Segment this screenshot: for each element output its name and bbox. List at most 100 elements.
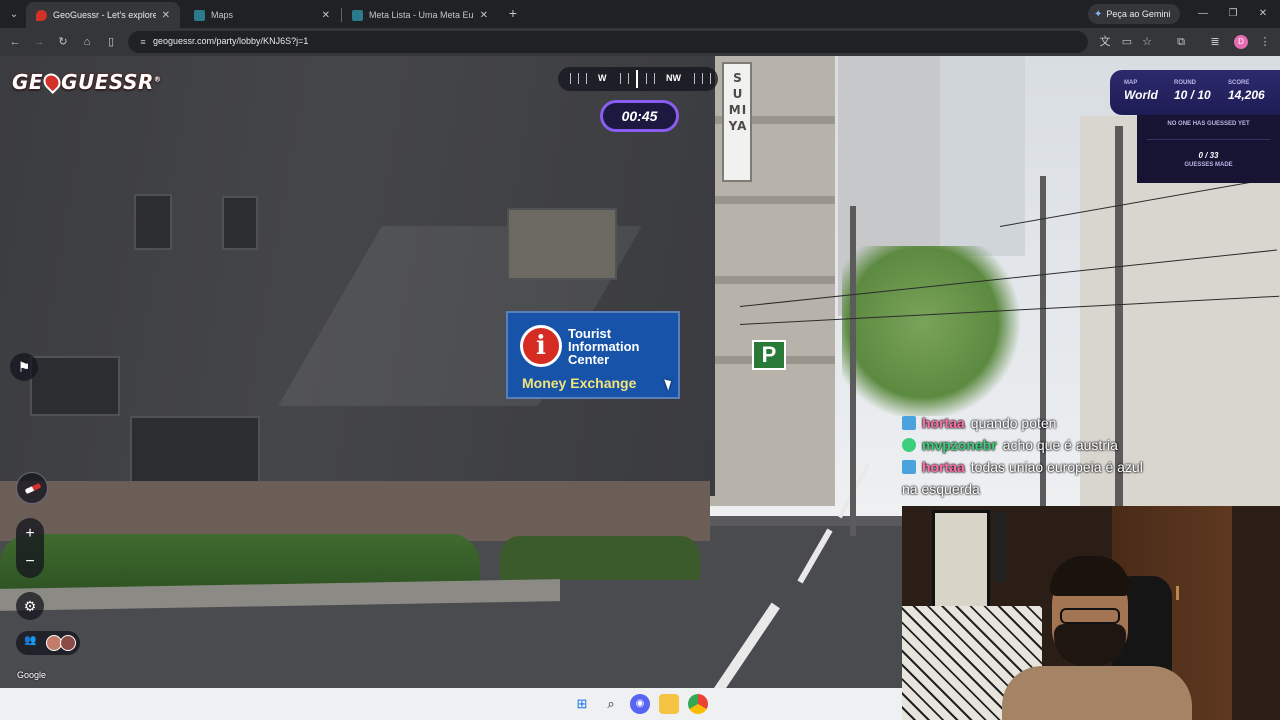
- wall-frame: [994, 512, 1006, 582]
- zoom-out-icon[interactable]: −: [16, 548, 44, 576]
- money-exchange-text: Money Exchange: [522, 375, 637, 391]
- streamer-glasses: [1060, 608, 1120, 624]
- round-value: 10 / 10: [1174, 88, 1211, 102]
- zoom-controls: + −: [16, 518, 44, 578]
- utility-pole: [850, 206, 856, 536]
- report-location-icon[interactable]: ⚑: [10, 353, 38, 381]
- verified-badge-icon: [902, 438, 916, 452]
- settings-gear-icon[interactable]: ⚙: [16, 592, 44, 620]
- reload-icon[interactable]: ↻: [54, 33, 72, 51]
- stream-chat: hortaa quando poten mvpzonebr acho que é a…: [902, 412, 1162, 500]
- profile-avatar[interactable]: D: [1234, 35, 1248, 49]
- close-icon[interactable]: ✕: [480, 10, 488, 21]
- geoguessr-logo[interactable]: GE GUESSR®: [12, 69, 161, 95]
- menu-kebab-icon[interactable]: ⋮: [1256, 33, 1274, 51]
- chat-message: hortaa quando poten: [902, 412, 1162, 434]
- extensions-icon[interactable]: ⧉: [1172, 33, 1190, 51]
- map-value: World: [1124, 88, 1158, 102]
- sumiya-sign: SUMIYA: [722, 62, 752, 182]
- hedge: [500, 536, 700, 580]
- home-icon[interactable]: ⌂: [78, 33, 96, 51]
- webcam-overlay: [902, 506, 1280, 720]
- wall-poster: [932, 510, 990, 614]
- players-icon: 👥: [24, 635, 37, 646]
- forward-icon[interactable]: →: [30, 33, 48, 51]
- compass-west-label: W: [598, 73, 607, 83]
- tab-meta-lista[interactable]: Meta Lista - Uma Meta Europa ✕: [342, 2, 498, 28]
- tourist-info-text: Tourist Information Center: [568, 326, 640, 367]
- subscriber-badge-icon: [902, 460, 916, 474]
- media-icon[interactable]: ≣: [1206, 33, 1224, 51]
- round-timer: 00:45: [600, 100, 679, 132]
- side-panel-icon[interactable]: ▯: [102, 33, 120, 51]
- zoom-in-icon[interactable]: +: [16, 520, 44, 548]
- back-icon[interactable]: ←: [6, 33, 24, 51]
- game-status-panel: MAP World ROUND 10 / 10 SCORE 14,206: [1110, 70, 1280, 115]
- tourist-information-sign: i Tourist Information Center Money Excha…: [506, 311, 680, 399]
- chat-message: mvpzonebr acho que é austria: [902, 434, 1162, 456]
- chrome-icon[interactable]: [688, 694, 708, 714]
- close-icon[interactable]: ✕: [322, 10, 330, 21]
- google-attribution: Google: [17, 670, 47, 680]
- restore-icon[interactable]: ❐: [1222, 4, 1244, 24]
- window-close-icon[interactable]: ✕: [1252, 4, 1274, 24]
- subscriber-badge-icon: [902, 416, 916, 430]
- tab-title: Maps: [211, 10, 234, 20]
- party-players-button[interactable]: 👥: [16, 631, 80, 655]
- score-value: 14,206: [1228, 88, 1265, 102]
- background-tower: [940, 56, 1025, 256]
- site-info-icon[interactable]: ≡: [136, 35, 150, 49]
- url-text: geoguessr.com/party/lobby/KNJ6S?j=1: [153, 36, 309, 46]
- tab-title: GeoGuessr - Let's explore the w: [53, 10, 156, 20]
- gemini-button[interactable]: ✦ Peça ao Gemini: [1088, 4, 1181, 24]
- chat-username: mvpzonebr: [922, 437, 997, 453]
- maps-favicon-icon: [194, 9, 205, 21]
- chat-text: quando poten: [970, 415, 1057, 431]
- chat-username: hortaa: [922, 415, 965, 431]
- compass-rose-icon[interactable]: [16, 472, 48, 504]
- map-pin-icon: [40, 69, 65, 95]
- tab-title: Meta Lista - Uma Meta Europa: [369, 10, 474, 20]
- chat-username: hortaa: [922, 459, 965, 475]
- tab-geoguessr[interactable]: GeoGuessr - Let's explore the w ✕: [26, 2, 180, 28]
- map-label: MAP: [1124, 80, 1138, 86]
- close-icon[interactable]: ✕: [162, 10, 170, 21]
- windows-taskbar: ⊞ ⌕ ◉: [0, 688, 902, 720]
- info-icon: i: [520, 325, 562, 367]
- score-label: SCORE: [1228, 80, 1250, 86]
- file-explorer-icon[interactable]: [659, 694, 679, 714]
- no-guess-text: NO ONE HAS GUESSED YET: [1167, 121, 1250, 127]
- tab-search-icon[interactable]: ⌄: [4, 4, 24, 24]
- meta-favicon-icon: [352, 9, 363, 21]
- guesses-caption: GUESSES MADE: [1184, 162, 1233, 168]
- translate-icon[interactable]: 文: [1096, 33, 1114, 51]
- bookmark-star-icon[interactable]: ☆: [1138, 33, 1156, 51]
- street-tree: [842, 246, 1022, 416]
- discord-icon[interactable]: ◉: [630, 694, 650, 714]
- sumiya-text: SUMIYA: [728, 71, 748, 133]
- round-label: ROUND: [1174, 80, 1196, 86]
- tab-strip: ⌄ GeoGuessr - Let's explore the w ✕ Maps…: [0, 0, 1280, 28]
- divider: [1147, 139, 1270, 140]
- search-icon[interactable]: ⌕: [601, 694, 621, 714]
- compass-bar: W NW: [558, 67, 718, 91]
- new-tab-icon[interactable]: +: [504, 4, 522, 22]
- gemini-label: Peça ao Gemini: [1106, 9, 1171, 19]
- cast-icon[interactable]: ▭: [1118, 33, 1136, 51]
- windows-start-icon[interactable]: ⊞: [572, 694, 592, 714]
- compass-northwest-label: NW: [666, 73, 681, 83]
- guesses-count: 0 / 33: [1198, 151, 1219, 160]
- chat-message: hortaa todas uniao europeia é azul na esq…: [902, 456, 1162, 500]
- wall-base: [0, 481, 710, 541]
- parking-sign: P: [752, 340, 786, 370]
- middle-building: [700, 56, 835, 506]
- chat-text: acho que é austria: [1002, 437, 1118, 453]
- gemini-spark-icon: ✦: [1094, 8, 1103, 20]
- browser-toolbar: ← → ↻ ⌂ ▯ ≡ geoguessr.com/party/lobby/KN…: [0, 28, 1280, 56]
- address-bar[interactable]: ≡ geoguessr.com/party/lobby/KNJ6S?j=1: [128, 31, 1088, 53]
- tab-maps[interactable]: Maps ✕: [184, 2, 340, 28]
- guess-status-panel: NO ONE HAS GUESSED YET 0 / 33 GUESSES MA…: [1137, 115, 1280, 183]
- compass-needle: [636, 70, 638, 88]
- avatar: [60, 635, 76, 651]
- minimize-icon[interactable]: —: [1192, 4, 1214, 24]
